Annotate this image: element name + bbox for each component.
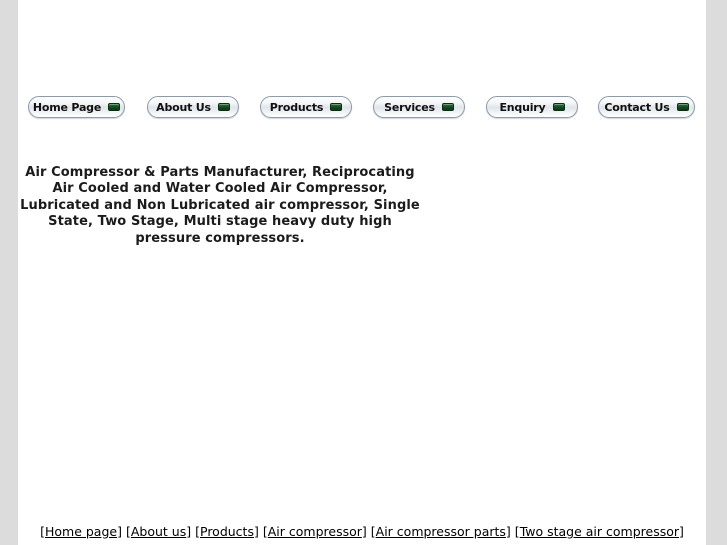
- green-led-icon: [330, 103, 343, 111]
- nav-button-enquiry[interactable]: Enquiry: [486, 96, 578, 118]
- footer-link-air-compressor-parts[interactable]: Air compressor parts: [376, 524, 506, 539]
- right-margin-band: [706, 0, 727, 545]
- nav-button-label: About Us: [156, 100, 211, 114]
- footer-close-bracket: ]: [679, 524, 684, 539]
- nav-button-services[interactable]: Services: [373, 96, 465, 118]
- nav-button-products[interactable]: Products: [260, 96, 352, 118]
- footer-link-two-stage-air-compressor[interactable]: Two stage air compressor: [520, 524, 679, 539]
- green-led-icon: [441, 103, 454, 111]
- nav-button-about-us[interactable]: About Us: [147, 96, 239, 118]
- nav-button-home-page[interactable]: Home Page: [28, 96, 125, 118]
- nav-button-label: Contact Us: [604, 100, 670, 114]
- page-root: Home Page About Us Products Services Enquiry…: [0, 0, 727, 545]
- nav-button-label: Home Page: [32, 100, 102, 114]
- green-led-icon: [108, 103, 121, 111]
- nav-button-contact-us[interactable]: Contact Us: [598, 96, 695, 118]
- page-title: Air Compressor & Parts Manufacturer, Rec…: [20, 164, 420, 246]
- nav-button-label: Products: [269, 100, 324, 114]
- footer-links: [Home page] [About us] [Products] [Air c…: [18, 524, 706, 540]
- green-led-icon: [217, 103, 230, 111]
- green-led-icon: [552, 103, 565, 111]
- footer-link-air-compressor[interactable]: Air compressor: [268, 524, 362, 539]
- content-area: Home Page About Us Products Services Enquiry…: [18, 0, 706, 545]
- left-margin-band: [0, 0, 18, 545]
- footer-link-about-us[interactable]: About us: [131, 524, 186, 539]
- main-navigation: Home Page About Us Products Services Enquiry…: [18, 96, 706, 120]
- footer-link-home-page[interactable]: Home page: [45, 524, 117, 539]
- footer-link-products[interactable]: Products: [200, 524, 254, 539]
- nav-button-label: Enquiry: [499, 100, 546, 114]
- nav-button-label: Services: [384, 100, 435, 114]
- green-led-icon: [676, 103, 689, 111]
